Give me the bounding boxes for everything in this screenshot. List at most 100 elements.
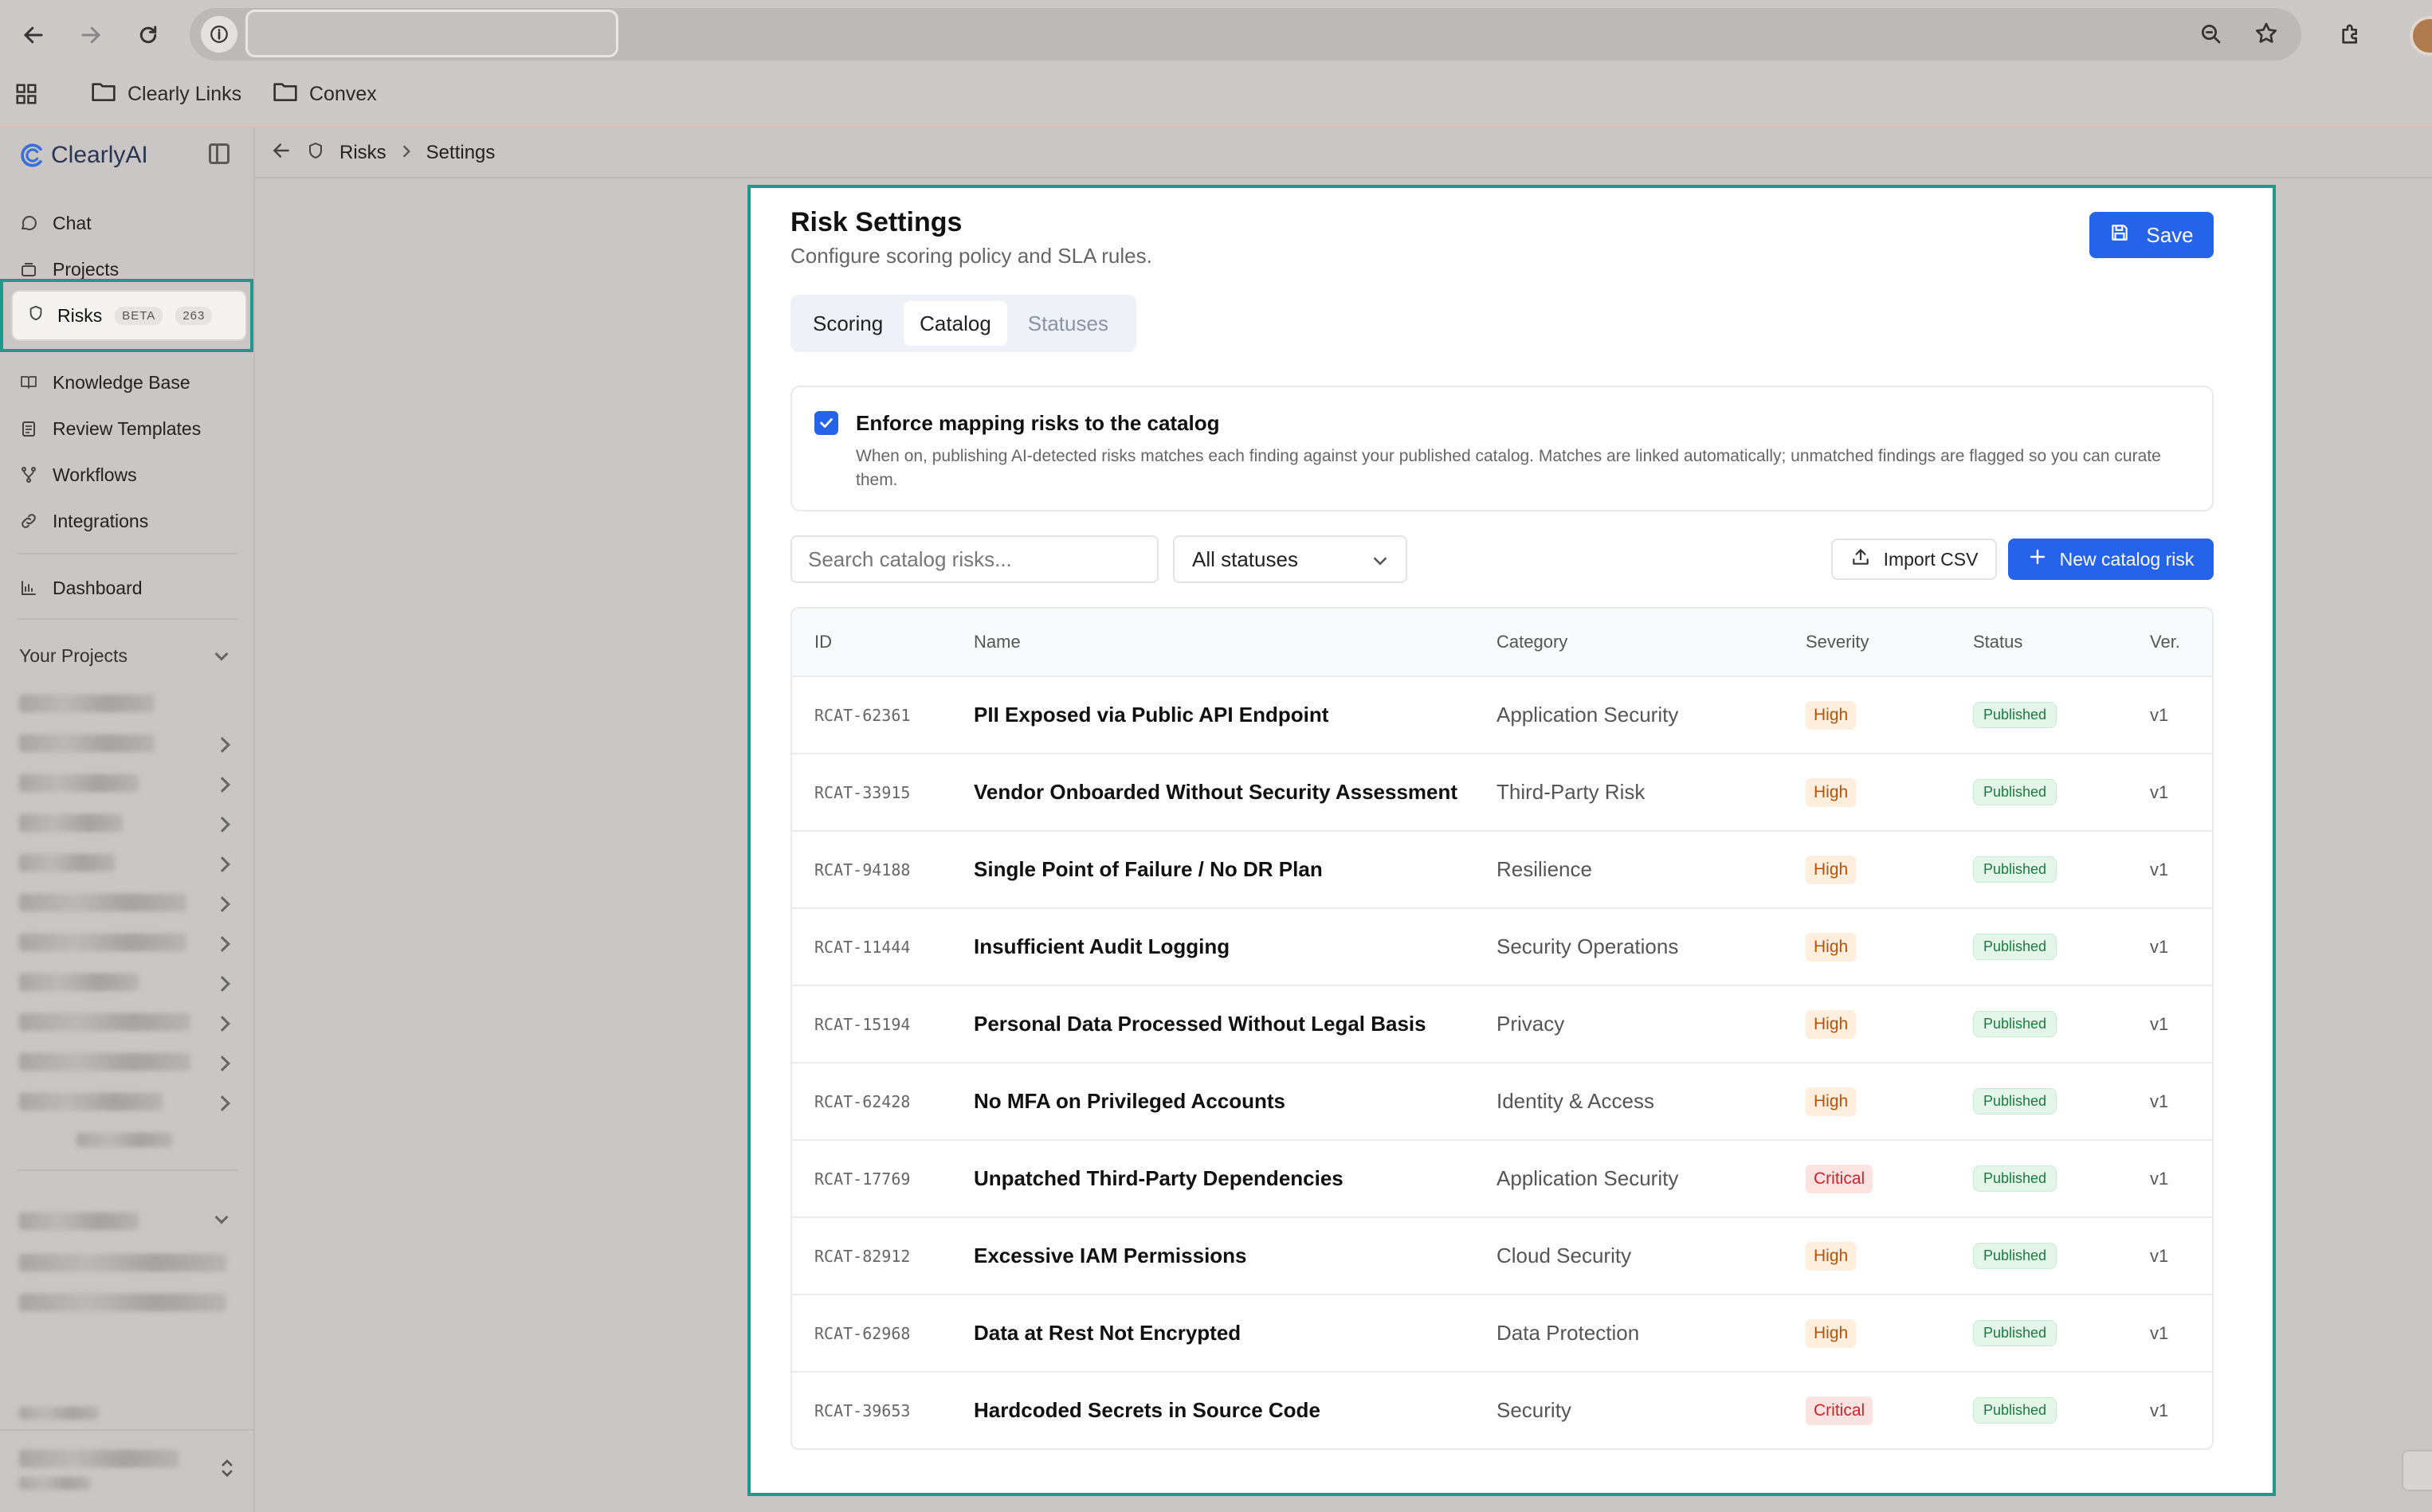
chevron-right-icon[interactable] xyxy=(214,817,230,832)
user-name-blurred[interactable] xyxy=(19,1450,178,1467)
column-header-version[interactable]: Ver. xyxy=(2150,609,2180,676)
risk-id: RCAT-17769 xyxy=(814,1169,911,1189)
tab-catalog[interactable]: Catalog xyxy=(904,301,1007,346)
sidebar-item-chat[interactable]: Chat xyxy=(19,207,92,239)
tab-scoring[interactable]: Scoring xyxy=(797,301,899,346)
reload-icon[interactable] xyxy=(129,16,167,54)
chevron-right-icon[interactable] xyxy=(214,856,230,872)
bookmarks-bar: Clearly Links Convex xyxy=(0,73,2432,115)
risk-name[interactable]: Data at Rest Not Encrypted xyxy=(974,1295,1241,1371)
address-bar[interactable] xyxy=(190,8,2301,61)
project-item-blurred[interactable] xyxy=(19,854,115,872)
chevron-right-icon[interactable] xyxy=(214,976,230,992)
project-item-blurred[interactable] xyxy=(19,894,186,911)
project-item-blurred[interactable] xyxy=(19,1013,190,1031)
extensions-icon[interactable] xyxy=(2332,16,2370,54)
sidebar-item-review-templates[interactable]: Review Templates xyxy=(19,413,201,445)
sidebar-toggle-icon[interactable] xyxy=(209,143,229,164)
tab-statuses[interactable]: Statuses xyxy=(1012,301,1124,346)
show-more-blurred[interactable] xyxy=(76,1133,172,1147)
chat-item-blurred[interactable] xyxy=(19,1254,226,1271)
table-row[interactable]: RCAT-15194 Personal Data Processed Witho… xyxy=(792,985,2212,1062)
site-info-icon[interactable] xyxy=(201,16,237,53)
table-row[interactable]: RCAT-94188 Single Point of Failure / No … xyxy=(792,830,2212,907)
chat-item-blurred[interactable] xyxy=(19,1294,226,1311)
new-catalog-risk-button[interactable]: New catalog risk xyxy=(2008,539,2214,580)
chevron-right-icon[interactable] xyxy=(214,1056,230,1071)
table-row[interactable]: RCAT-39653 Hardcoded Secrets in Source C… xyxy=(792,1371,2212,1448)
project-item-blurred[interactable] xyxy=(19,774,139,792)
table-row[interactable]: RCAT-17769 Unpatched Third-Party Depende… xyxy=(792,1139,2212,1216)
breadcrumb-risks[interactable]: Risks xyxy=(339,142,386,164)
project-item-blurred[interactable] xyxy=(19,1093,163,1110)
project-item-blurred[interactable] xyxy=(19,695,155,712)
chevron-right-icon[interactable] xyxy=(214,1095,230,1111)
url-field[interactable] xyxy=(245,10,618,57)
risk-category: Third-Party Risk xyxy=(1496,780,1646,804)
chevron-right-icon[interactable] xyxy=(214,737,230,753)
column-header-severity[interactable]: Severity xyxy=(1806,609,1869,676)
risk-name[interactable]: Vendor Onboarded Without Security Assess… xyxy=(974,754,1457,830)
back-icon[interactable] xyxy=(14,16,53,54)
apps-icon[interactable] xyxy=(14,73,38,115)
chevrons-updown-icon[interactable] xyxy=(220,1458,234,1483)
risk-name[interactable]: Hardcoded Secrets in Source Code xyxy=(974,1373,1320,1448)
bookmark-clearly-links[interactable]: Clearly Links xyxy=(91,73,241,115)
enforce-mapping-checkbox[interactable] xyxy=(814,411,838,435)
star-icon[interactable] xyxy=(2254,21,2279,50)
table-row[interactable]: RCAT-62968 Data at Rest Not Encrypted Da… xyxy=(792,1294,2212,1371)
project-item-blurred[interactable] xyxy=(19,973,139,991)
risk-name[interactable]: PII Exposed via Public API Endpoint xyxy=(974,677,1328,753)
chevron-down-icon[interactable] xyxy=(214,647,229,661)
column-header-id[interactable]: ID xyxy=(814,609,832,676)
back-arrow-icon[interactable] xyxy=(271,140,292,166)
risk-name[interactable]: Insufficient Audit Logging xyxy=(974,909,1230,985)
chevron-right-icon[interactable] xyxy=(214,777,230,793)
zoom-icon[interactable] xyxy=(2199,22,2223,50)
sidebar-item-integrations[interactable]: Integrations xyxy=(19,505,148,537)
table-row[interactable]: RCAT-62361 PII Exposed via Public API En… xyxy=(792,676,2212,753)
chevron-down-icon[interactable] xyxy=(214,1210,229,1224)
table-row[interactable]: RCAT-82912 Excessive IAM Permissions Clo… xyxy=(792,1216,2212,1294)
chevron-right-icon[interactable] xyxy=(214,896,230,912)
risk-name[interactable]: Unpatched Third-Party Dependencies xyxy=(974,1141,1343,1216)
your-projects-heading[interactable]: Your Projects xyxy=(19,645,127,667)
sidebar-divider xyxy=(0,1429,255,1431)
table-row[interactable]: RCAT-62428 No MFA on Privileged Accounts… xyxy=(792,1062,2212,1139)
section-heading-blurred[interactable] xyxy=(19,1212,139,1230)
project-item-blurred[interactable] xyxy=(19,934,186,951)
import-csv-button[interactable]: Import CSV xyxy=(1831,539,1997,580)
org-label-blurred xyxy=(19,1407,99,1420)
table-row[interactable]: RCAT-11444 Insufficient Audit Logging Se… xyxy=(792,907,2212,985)
risk-name[interactable]: Excessive IAM Permissions xyxy=(974,1218,1247,1294)
risk-name[interactable]: No MFA on Privileged Accounts xyxy=(974,1063,1285,1139)
enforce-mapping-description: When on, publishing AI-detected risks ma… xyxy=(856,447,2161,489)
risk-id: RCAT-62361 xyxy=(814,705,911,725)
project-item-blurred[interactable] xyxy=(19,814,123,832)
sidebar-item-risks[interactable]: Risks BETA 263 xyxy=(11,290,247,341)
chevron-right-icon[interactable] xyxy=(214,1016,230,1032)
project-item-blurred[interactable] xyxy=(19,1053,190,1071)
risk-category: Security Operations xyxy=(1496,934,1679,958)
profile-avatar[interactable] xyxy=(2410,16,2432,56)
search-catalog-input[interactable] xyxy=(790,535,1159,583)
sidebar-item-dashboard[interactable]: Dashboard xyxy=(19,572,143,604)
bookmark-convex[interactable]: Convex xyxy=(273,73,377,115)
sidebar-item-workflows[interactable]: Workflows xyxy=(19,459,137,491)
status-filter-select[interactable]: All statuses xyxy=(1173,535,1407,583)
severity-cell: Critical xyxy=(1806,1141,1873,1216)
risk-name[interactable]: Single Point of Failure / No DR Plan xyxy=(974,832,1323,907)
column-header-category[interactable]: Category xyxy=(1496,609,1567,676)
app-logo[interactable]: ClearlyAI xyxy=(19,142,148,169)
project-item-blurred[interactable] xyxy=(19,734,155,752)
risk-name[interactable]: Personal Data Processed Without Legal Ba… xyxy=(974,986,1426,1062)
column-header-status[interactable]: Status xyxy=(1973,609,2022,676)
table-row[interactable]: RCAT-33915 Vendor Onboarded Without Secu… xyxy=(792,753,2212,830)
column-header-name[interactable]: Name xyxy=(974,609,1021,676)
forward-icon[interactable] xyxy=(72,16,110,54)
corner-widget[interactable] xyxy=(2402,1450,2432,1491)
chevron-right-icon[interactable] xyxy=(214,936,230,952)
chrome-divider xyxy=(0,126,2432,127)
sidebar-item-knowledge-base[interactable]: Knowledge Base xyxy=(19,366,190,398)
save-button[interactable]: Save xyxy=(2089,212,2214,258)
